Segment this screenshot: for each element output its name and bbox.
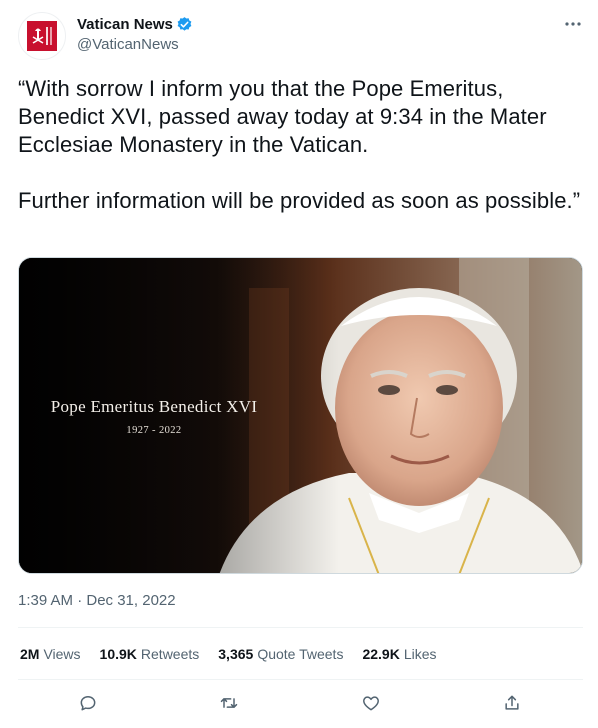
retweets-count: 10.9K <box>99 646 137 662</box>
action-bar <box>0 688 598 720</box>
likes-label: Likes <box>403 646 437 662</box>
quote-tweets-stat[interactable]: 3,365 Quote Tweets <box>218 646 343 662</box>
views-stat[interactable]: 2M Views <box>20 646 81 662</box>
vatican-news-logo <box>27 21 57 51</box>
tweet-media-image[interactable]: Pope Emeritus Benedict XVI 1927 - 2022 <box>18 257 583 574</box>
share-icon[interactable] <box>500 691 524 715</box>
likes-stat[interactable]: 22.9K Likes <box>362 646 436 662</box>
verified-badge-icon <box>176 16 193 33</box>
tweet-timestamp[interactable]: 1:39 AM · Dec 31, 2022 <box>18 592 176 609</box>
tweet-card: Vatican News @VaticanNews “With sorrow I… <box>0 0 598 728</box>
divider <box>18 627 583 628</box>
tweet-paragraph: Further information will be provided as … <box>18 188 581 213</box>
retweets-label: Retweets <box>140 646 200 662</box>
display-name[interactable]: Vatican News <box>77 16 173 33</box>
tweet-paragraph: “With sorrow I inform you that the Pope … <box>18 76 547 157</box>
handle[interactable]: @VaticanNews <box>77 36 193 53</box>
media-caption: Pope Emeritus Benedict XVI 1927 - 2022 <box>19 397 289 436</box>
likes-count: 22.9K <box>362 646 400 662</box>
views-count: 2M <box>20 646 40 662</box>
engagement-stats: 2M Views 10.9K Retweets 3,365 Quote Tweets … <box>20 646 456 662</box>
retweet-icon[interactable] <box>217 691 241 715</box>
like-icon[interactable] <box>359 691 383 715</box>
quote-tweets-count: 3,365 <box>218 646 254 662</box>
tweet-text: “With sorrow I inform you that the Pope … <box>18 75 584 215</box>
quote-tweets-label: Quote Tweets <box>257 646 344 662</box>
divider <box>18 679 583 680</box>
caption-years: 1927 - 2022 <box>126 425 182 436</box>
views-label: Views <box>43 646 81 662</box>
avatar[interactable] <box>18 12 66 60</box>
caption-title: Pope Emeritus Benedict XVI <box>50 397 258 416</box>
more-options-icon[interactable] <box>560 14 586 34</box>
reply-icon[interactable] <box>76 691 100 715</box>
retweets-stat[interactable]: 10.9K Retweets <box>100 646 200 662</box>
author-block: Vatican News @VaticanNews <box>77 14 193 53</box>
